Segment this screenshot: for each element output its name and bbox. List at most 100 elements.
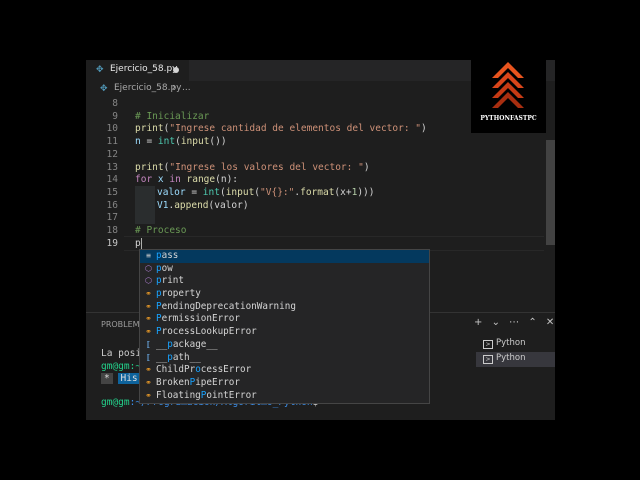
suggestion-label: pow xyxy=(156,262,173,274)
line-number: 16 xyxy=(106,199,118,211)
token: for xyxy=(135,174,153,186)
suggestion-item[interactable]: ≡ pass xyxy=(140,250,429,263)
comment: # Proceso xyxy=(135,225,187,236)
text-cursor xyxy=(141,238,142,249)
suggestion-item[interactable]: ⚭ BrokenPipeError xyxy=(140,377,429,390)
line-number: 18 xyxy=(106,225,118,236)
suggestion-label: FloatingPointError xyxy=(156,389,257,401)
class-icon: ⚭ xyxy=(145,314,152,324)
python-file-icon: ✥ xyxy=(100,84,108,94)
terminal-label: Python xyxy=(496,338,526,348)
token: "Ingrese cantidad de elementos del vecto… xyxy=(169,123,422,135)
unsaved-dot-icon[interactable] xyxy=(173,67,179,73)
line-number: 14 xyxy=(106,174,118,186)
code-line-18[interactable]: # Proceso xyxy=(135,225,186,236)
class-icon: ⚭ xyxy=(145,301,152,311)
suggestion-label: __package__ xyxy=(156,338,218,350)
code-line-13[interactable]: print("Ingrese los valores del vector: "… xyxy=(135,162,370,173)
terminal-output: La posi xyxy=(101,348,142,359)
chevron-stack-icon xyxy=(492,62,524,108)
suggestion-label: print xyxy=(156,275,184,287)
function-icon: ⬡ xyxy=(145,263,152,273)
hint-history: His xyxy=(118,373,140,384)
suggestion-label: ProcessLookupError xyxy=(156,326,257,338)
suggestion-label: BrokenPipeError xyxy=(156,376,240,388)
suggestion-item[interactable]: ⬡ print xyxy=(140,275,429,288)
token: (n): xyxy=(215,174,239,186)
python-file-icon: ✥ xyxy=(96,65,104,75)
suggestion-item[interactable]: ⚭ PermissionError xyxy=(140,313,429,326)
token: = xyxy=(185,186,203,198)
code-line-14[interactable]: for x in range(n): xyxy=(135,174,238,185)
variable-icon: ⟦ xyxy=(146,339,151,349)
suggestion-item[interactable]: ⟦ __package__ xyxy=(140,339,429,352)
line-number: 10 xyxy=(106,123,118,135)
code-line-11[interactable]: n = int(input()) xyxy=(135,136,227,147)
token: "V{}:" xyxy=(260,186,295,198)
suggestion-item[interactable]: ⚭ ProcessLookupError xyxy=(140,326,429,339)
token: V1 xyxy=(157,199,169,211)
token: (x+ xyxy=(334,186,352,198)
class-icon: ⚭ xyxy=(145,365,152,375)
token: append xyxy=(174,199,209,211)
terminal-list: > Python > Python xyxy=(476,337,555,367)
keyword-icon: ≡ xyxy=(146,251,151,260)
suggestion-item[interactable]: ⬡ pow xyxy=(140,263,429,276)
line-number: 11 xyxy=(106,136,118,148)
terminal-icon: > xyxy=(483,340,493,349)
token: input xyxy=(180,136,210,148)
class-icon: ⚭ xyxy=(145,289,152,299)
code-line-9[interactable]: # Inicializar xyxy=(135,111,209,122)
code-line-10[interactable]: print("Ingrese cantidad de elementos del… xyxy=(135,123,427,134)
terminal-prompt: gm@gm:~ xyxy=(101,361,142,372)
class-icon: ⚭ xyxy=(145,377,152,387)
terminal-item[interactable]: > Python xyxy=(476,337,555,352)
vertical-scrollbar[interactable] xyxy=(546,140,555,245)
token: range xyxy=(180,174,216,186)
line-number: 15 xyxy=(106,186,118,198)
suggestion-item[interactable]: ⚭ ChildProcessError xyxy=(140,364,429,377)
token: (valor) xyxy=(208,199,249,211)
suggestion-item[interactable]: ⚭ FloatingPointError xyxy=(140,390,429,403)
class-icon: ⚭ xyxy=(145,327,152,337)
chevron-down-icon[interactable]: ⌄ xyxy=(492,317,500,328)
function-icon: ⬡ xyxy=(145,276,152,286)
suggestion-label: __path__ xyxy=(156,351,201,363)
code-line-16[interactable]: V1.append(valor) xyxy=(157,200,249,211)
token: ) xyxy=(363,161,370,173)
token: p xyxy=(135,237,141,249)
more-actions-icon[interactable]: ⋯ xyxy=(509,317,519,328)
line-number: 9 xyxy=(112,110,118,122)
token: print xyxy=(135,161,164,173)
suggestion-label: PendingDeprecationWarning xyxy=(156,300,296,312)
tab-ejercicio-58[interactable]: ✥ Ejercicio_58.py xyxy=(86,60,189,81)
code-line-15[interactable]: valor = int(input("V{}:".format(x+1))) xyxy=(157,187,375,198)
terminal-item[interactable]: > Python xyxy=(476,352,555,367)
variable-icon: ⟦ xyxy=(146,352,151,362)
terminal-label: Python xyxy=(496,353,526,363)
token: print xyxy=(135,123,164,135)
line-number: 19 xyxy=(106,237,118,249)
token: format xyxy=(300,186,335,198)
line-number: 12 xyxy=(106,148,118,160)
line-number: 8 xyxy=(112,98,118,109)
class-icon: ⚭ xyxy=(145,390,152,400)
token: int xyxy=(157,136,176,148)
suggestion-item[interactable]: ⟦ __path__ xyxy=(140,352,429,365)
suggestion-item[interactable]: ⚭ property xyxy=(140,288,429,301)
suggestion-label: ChildProcessError xyxy=(156,364,252,376)
breadcrumb-separator: › xyxy=(172,82,176,93)
token: ) xyxy=(421,123,427,135)
close-panel-icon[interactable]: ✕ xyxy=(546,317,554,328)
hint-star: * xyxy=(101,373,113,384)
token: ()) xyxy=(209,136,227,148)
suggestion-item[interactable]: ⚭ PendingDeprecationWarning xyxy=(140,301,429,314)
code-line-19[interactable]: p xyxy=(135,238,141,249)
new-terminal-icon[interactable]: + xyxy=(474,317,482,328)
maximize-panel-icon[interactable]: ⌃ xyxy=(528,317,536,328)
terminal-hint: * His xyxy=(101,373,140,384)
suggestion-label: property xyxy=(156,288,201,300)
line-number: 17 xyxy=(106,212,118,224)
token: valor xyxy=(157,186,186,198)
breadcrumb-more[interactable]: ... xyxy=(182,83,191,93)
